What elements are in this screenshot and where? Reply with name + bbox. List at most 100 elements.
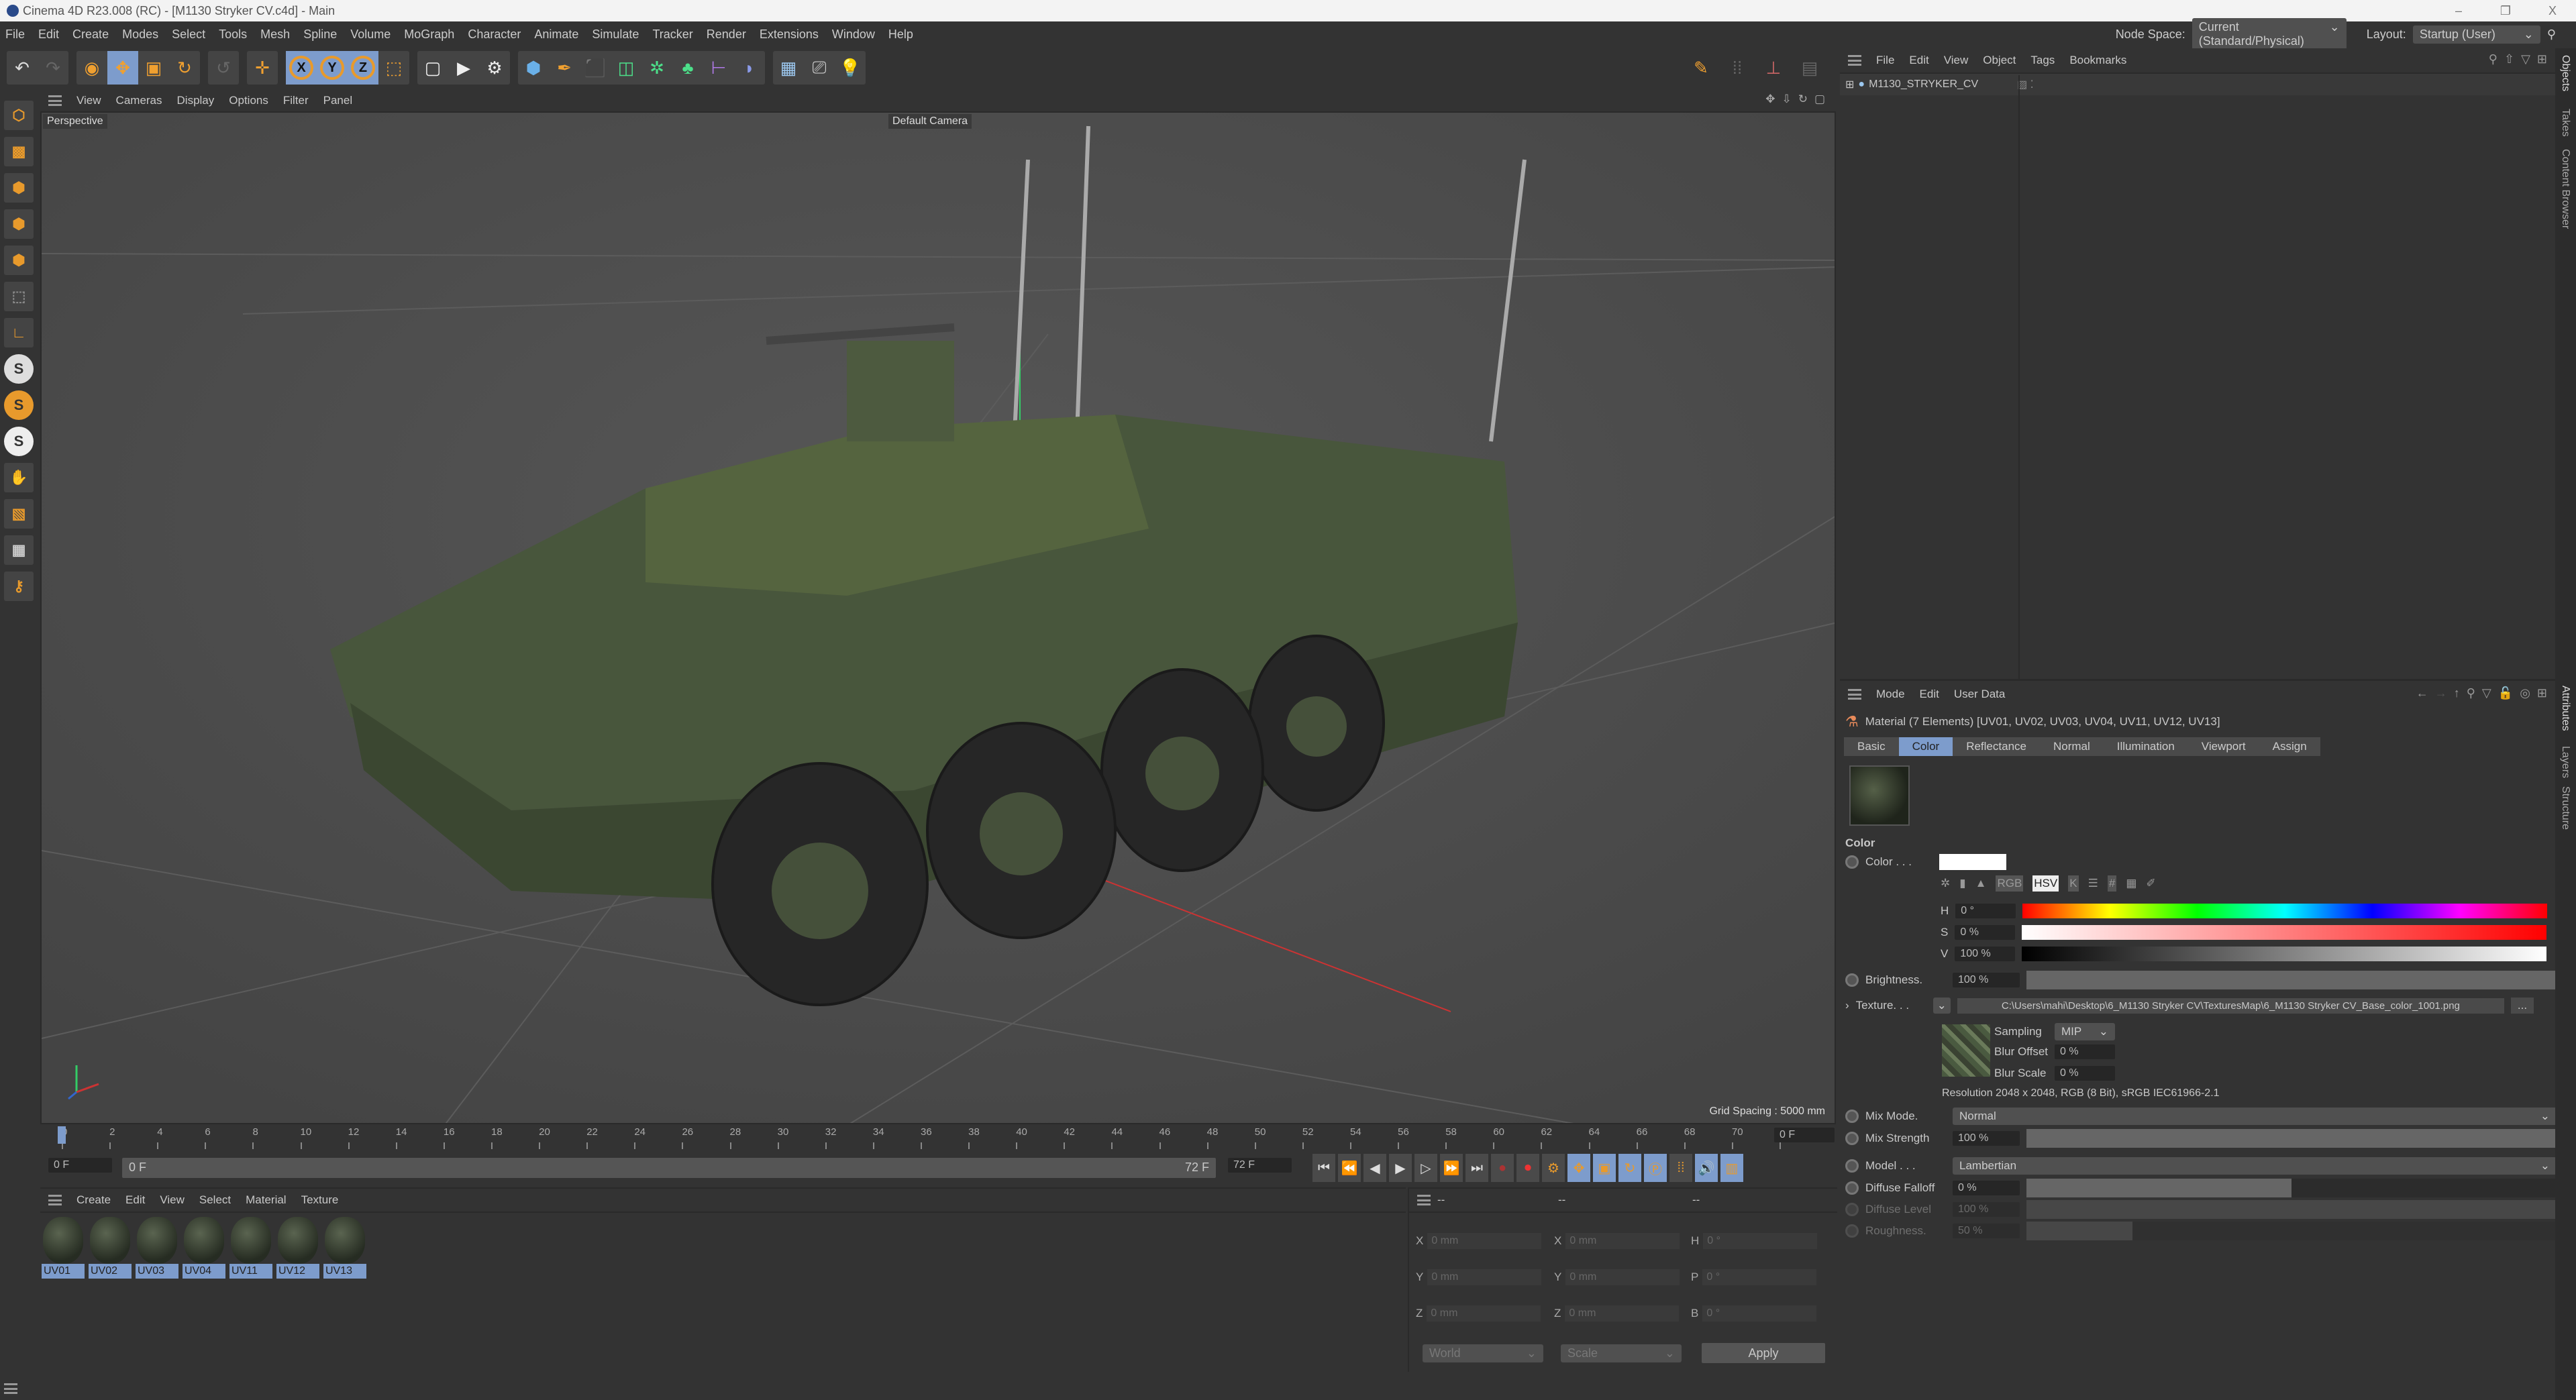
snap-s2-icon[interactable]: S <box>4 390 34 420</box>
3d-viewport[interactable]: Perspective Default Camera Grid Spacing … <box>40 111 1836 1124</box>
coordinate-input[interactable]: 0 mm <box>1427 1305 1541 1322</box>
pan-icon[interactable]: ✥ <box>1765 93 1775 106</box>
snap-icon[interactable]: ⁞⁞ <box>1722 51 1753 85</box>
coordinate-mode-dropdown[interactable]: Scale ⌄ <box>1561 1344 1682 1362</box>
key-scale-icon[interactable]: ▣ <box>1593 1154 1616 1182</box>
diffuse-falloff-radio[interactable] <box>1845 1181 1859 1195</box>
target-icon[interactable]: ◎ <box>2520 686 2530 700</box>
menu-render[interactable]: Render <box>707 28 746 42</box>
restore-button[interactable]: ❐ <box>2482 0 2529 21</box>
psr-icon[interactable]: ↺ <box>208 51 239 85</box>
color-animate-radio[interactable] <box>1845 855 1859 869</box>
menu-edit[interactable]: Edit <box>38 28 59 42</box>
color-wheel-icon[interactable]: ✲ <box>1941 877 1950 890</box>
menu-file[interactable]: File <box>5 28 25 42</box>
tab-reflectance[interactable]: Reflectance <box>1953 737 2040 756</box>
coordinate-space-dropdown[interactable]: World ⌄ <box>1423 1344 1543 1362</box>
end-frame-field[interactable]: 72 F <box>1228 1158 1292 1173</box>
dolly-icon[interactable]: ⇩ <box>1782 93 1791 106</box>
viewport-menu-display[interactable]: Display <box>177 94 215 107</box>
mix-strength-slider[interactable] <box>2026 1129 2557 1148</box>
attributes-hamburger-icon[interactable] <box>1848 689 1861 700</box>
back-arrow-icon[interactable]: ← <box>2416 686 2428 700</box>
coordinate-input[interactable]: 0 ° <box>1703 1233 1818 1249</box>
filter-icon[interactable]: ▽ <box>2521 52 2530 66</box>
material-menu-select[interactable]: Select <box>199 1193 231 1207</box>
object-menu-file[interactable]: File <box>1876 54 1894 67</box>
coordinate-input[interactable]: 0 mm <box>1427 1269 1542 1285</box>
tab-attributes[interactable]: Attributes <box>2559 686 2571 731</box>
menu-tools[interactable]: Tools <box>219 28 247 42</box>
material-swatch[interactable]: UV12 <box>276 1217 319 1279</box>
checker-icon[interactable]: ▦ <box>4 535 34 565</box>
kelvin-mode-button[interactable]: K <box>2068 875 2079 892</box>
attributes-menu-user-data[interactable]: User Data <box>1954 688 2006 701</box>
texture-browse-button[interactable]: ... <box>2510 998 2534 1014</box>
material-menu-view[interactable]: View <box>160 1193 185 1207</box>
material-swatch[interactable]: UV03 <box>136 1217 178 1279</box>
swatches-icon[interactable]: ▦ <box>2126 877 2136 890</box>
floor-icon[interactable]: ▦ <box>773 51 804 85</box>
play-icon[interactable]: ▶ <box>1389 1154 1412 1182</box>
axis-icon[interactable]: ⊥ <box>1758 51 1789 85</box>
blur-offset-field[interactable]: 0 % <box>2055 1044 2115 1059</box>
material-swatch[interactable]: UV02 <box>89 1217 132 1279</box>
tab-structure[interactable]: Structure <box>2559 786 2571 830</box>
cube-icon[interactable]: ⬢ <box>518 51 549 85</box>
brightness-field[interactable]: 100 % <box>1953 973 2020 987</box>
viewport-menu-filter[interactable]: Filter <box>283 94 309 107</box>
select-tool-icon[interactable]: ◉ <box>76 51 107 85</box>
tab-objects[interactable]: Objects <box>2559 55 2571 91</box>
tab-basic[interactable]: Basic <box>1844 737 1899 756</box>
hsv-mode-button[interactable]: HSV <box>2032 875 2059 892</box>
render-view-icon[interactable]: ▢ <box>417 51 448 85</box>
spectrum-icon[interactable]: ▮ <box>1959 877 1965 890</box>
z-axis-toggle[interactable]: Z <box>348 51 378 85</box>
tab-color[interactable]: Color <box>1898 737 1953 756</box>
texture-path-field[interactable]: C:\Users\mahi\Desktop\6_M1130 Stryker CV… <box>1957 998 2504 1014</box>
deformer-icon[interactable]: ⊢ <box>703 51 734 85</box>
diffuse-falloff-field[interactable]: 0 % <box>1953 1181 2020 1195</box>
value-slider[interactable] <box>2022 947 2547 961</box>
coordinate-input[interactable]: 0 mm <box>1565 1305 1680 1322</box>
object-menu-bookmarks[interactable]: Bookmarks <box>2069 54 2126 67</box>
object-menu-object[interactable]: Object <box>1983 54 2016 67</box>
material-swatch[interactable]: UV01 <box>42 1217 85 1279</box>
viewport-hamburger-icon[interactable] <box>48 95 62 106</box>
next-frame-icon[interactable]: ▷ <box>1414 1154 1437 1182</box>
menu-simulate[interactable]: Simulate <box>592 28 639 42</box>
value-field[interactable]: 100 % <box>1955 947 2016 961</box>
new-window-icon[interactable]: ⊞ <box>2537 52 2547 66</box>
search-icon[interactable]: ⚲ <box>2489 52 2497 66</box>
color-swatch[interactable] <box>1939 854 2006 870</box>
subdivision-icon[interactable]: ⬛ <box>580 51 611 85</box>
viewport-menu-view[interactable]: View <box>76 94 101 107</box>
status-hamburger-icon[interactable] <box>4 1383 17 1394</box>
menu-animate[interactable]: Animate <box>534 28 578 42</box>
apply-button[interactable]: Apply <box>1702 1343 1825 1363</box>
maximize-icon[interactable]: ▢ <box>1814 93 1825 106</box>
object-hamburger-icon[interactable] <box>1848 55 1861 66</box>
key-position-icon[interactable]: ✥ <box>1567 1154 1590 1182</box>
minimize-button[interactable]: – <box>2435 0 2482 21</box>
coordinates-hamburger-icon[interactable] <box>1417 1195 1431 1205</box>
snap-s3-icon[interactable]: S <box>4 427 34 456</box>
object-menu-edit[interactable]: Edit <box>1909 54 1928 67</box>
menu-select[interactable]: Select <box>172 28 205 42</box>
material-menu-texture[interactable]: Texture <box>301 1193 339 1207</box>
rgb-mode-button[interactable]: RGB <box>1996 875 2024 892</box>
coordinate-input[interactable]: 0 mm <box>1565 1269 1680 1285</box>
coordinate-input[interactable]: 0 ° <box>1702 1305 1817 1322</box>
expand-icon[interactable]: ⊞ <box>1845 78 1854 91</box>
hex-mode-button[interactable]: # <box>2107 875 2117 892</box>
lock-icon[interactable]: 🔓 <box>2498 686 2513 700</box>
tab-illumination[interactable]: Illumination <box>2104 737 2188 756</box>
pen-icon[interactable]: ✒ <box>549 51 580 85</box>
material-menu-create[interactable]: Create <box>76 1193 111 1207</box>
menu-modes[interactable]: Modes <box>122 28 158 42</box>
menu-volume[interactable]: Volume <box>350 28 391 42</box>
model-dropdown[interactable]: Lambertian ⌄ <box>1953 1157 2557 1175</box>
new-window-icon[interactable]: ⊞ <box>2537 686 2547 700</box>
tab-viewport[interactable]: Viewport <box>2188 737 2259 756</box>
brush-icon[interactable]: ✋ <box>4 463 34 492</box>
